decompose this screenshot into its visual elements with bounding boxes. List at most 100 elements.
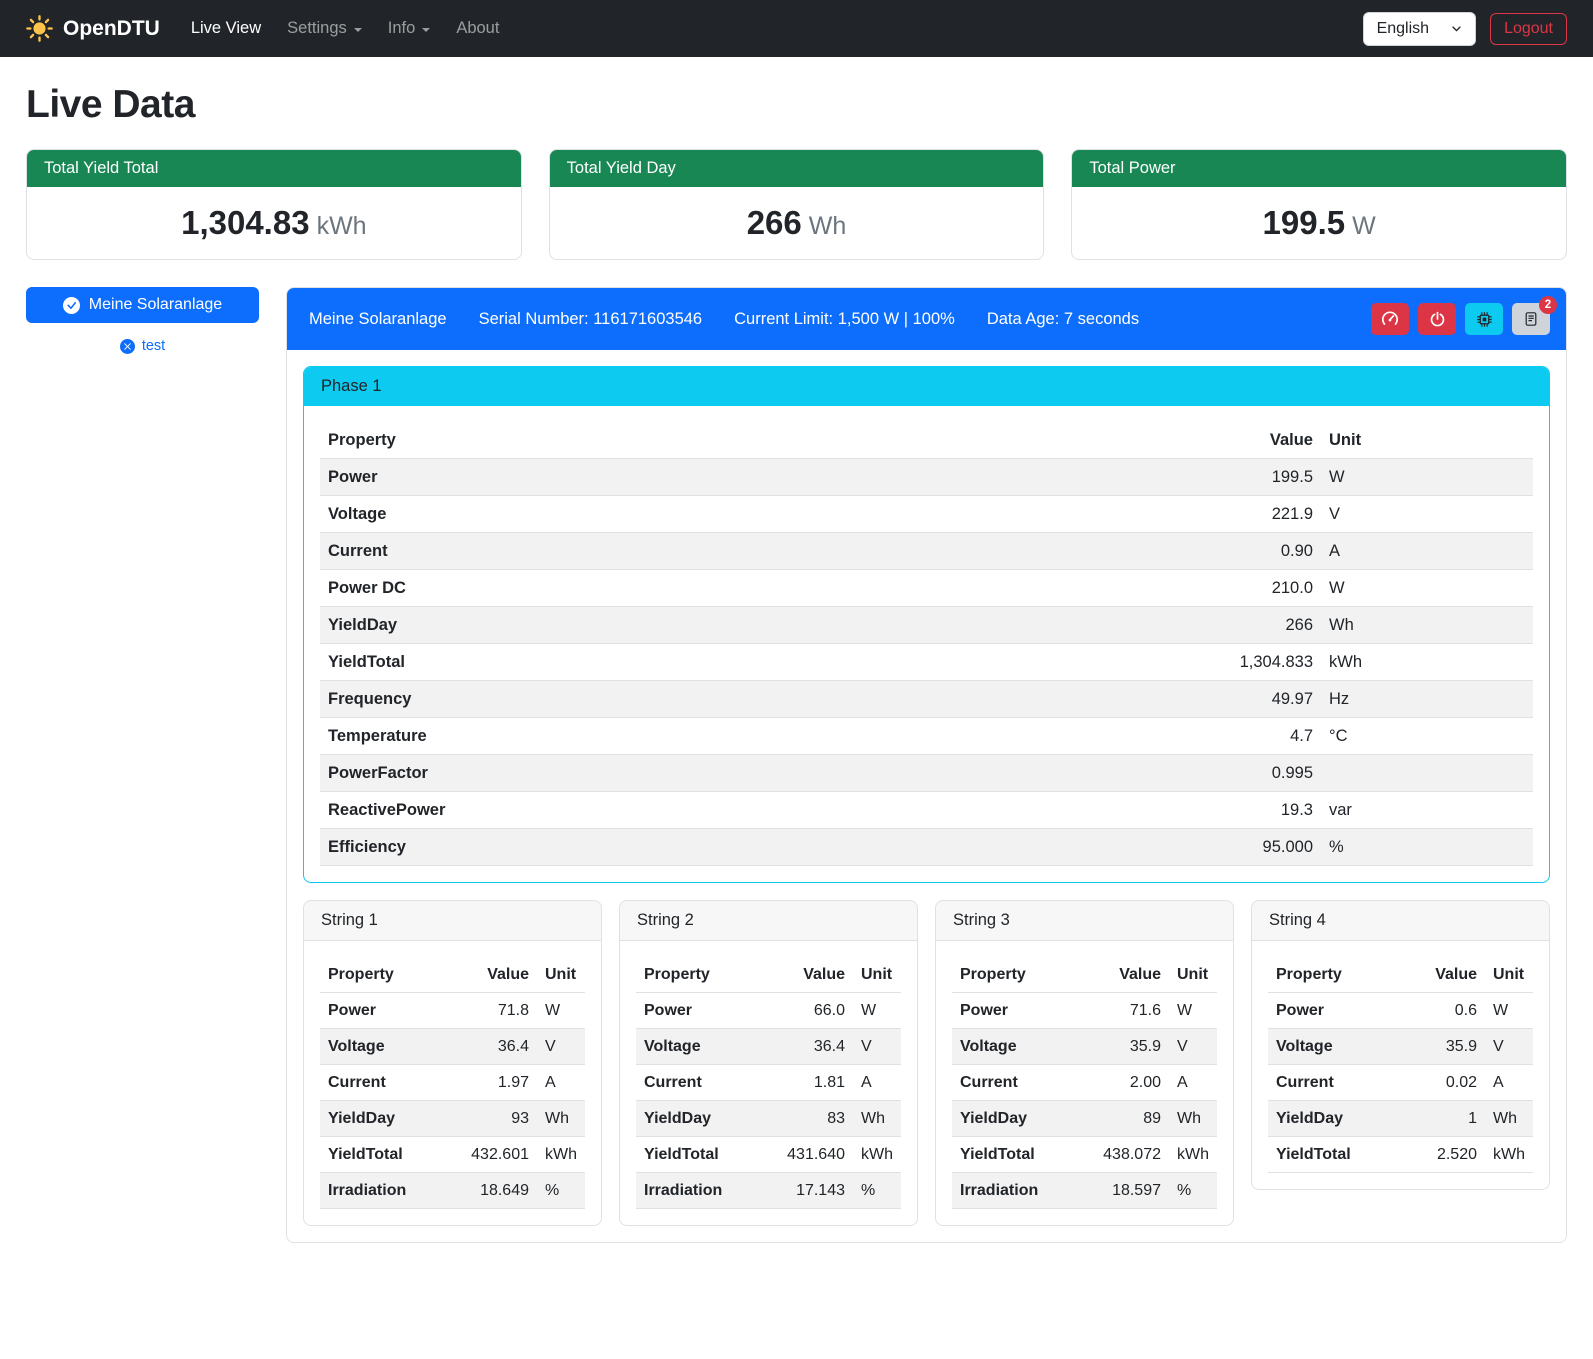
table-row: YieldTotal 2.520 kWh bbox=[1268, 1137, 1533, 1173]
chevron-down-icon bbox=[354, 28, 362, 32]
table-row: Power 66.0 W bbox=[636, 993, 901, 1029]
device-info-button[interactable] bbox=[1465, 303, 1503, 335]
table-row: YieldTotal 1,304.833 kWh bbox=[320, 644, 1533, 681]
property-value: 1.81 bbox=[779, 1065, 853, 1101]
table-row: Power DC 210.0 W bbox=[320, 570, 1533, 607]
phase-table: Property Value Unit Power 199.5 W bbox=[320, 422, 1533, 866]
stat-title: Total Yield Day bbox=[550, 150, 1044, 187]
property-name: Power bbox=[320, 993, 463, 1029]
limit-settings-button[interactable] bbox=[1371, 303, 1409, 335]
brand-text: OpenDTU bbox=[63, 17, 160, 41]
inverter-body: Phase 1 Property Value Unit bbox=[287, 350, 1566, 1242]
current-limit: Current Limit: 1,500 W | 100% bbox=[734, 310, 955, 329]
page-title: Live Data bbox=[26, 83, 1567, 127]
property-name: Power bbox=[636, 993, 779, 1029]
page-container: Live Data Total Yield Total 1,304.83kWh … bbox=[0, 57, 1593, 1269]
gauge-icon bbox=[1381, 310, 1399, 328]
strings-row: String 1 Property Value Unit bbox=[303, 900, 1550, 1226]
brand[interactable]: OpenDTU bbox=[26, 15, 160, 42]
property-unit: V bbox=[1169, 1029, 1217, 1065]
column-header-unit: Unit bbox=[1321, 422, 1533, 459]
table-row: YieldTotal 432.601 kWh bbox=[320, 1137, 585, 1173]
property-name: YieldDay bbox=[636, 1101, 779, 1137]
stat-body: 1,304.83kWh bbox=[27, 187, 521, 259]
stat-value: 266 bbox=[747, 204, 802, 241]
nav-item-settings[interactable]: Settings bbox=[274, 11, 375, 46]
test-link-label: test bbox=[142, 338, 165, 354]
column-header-unit: Unit bbox=[1485, 957, 1533, 993]
inverter-header: Meine Solaranlage Serial Number: 1161716… bbox=[287, 288, 1566, 350]
property-unit: Wh bbox=[1321, 607, 1533, 644]
column-header-unit: Unit bbox=[1169, 957, 1217, 993]
property-unit: kWh bbox=[1169, 1137, 1217, 1173]
property-unit: % bbox=[537, 1173, 585, 1209]
stat-card-total-power: Total Power 199.5W bbox=[1071, 149, 1567, 260]
property-name: YieldDay bbox=[320, 1101, 463, 1137]
table-row: Voltage 35.9 V bbox=[1268, 1029, 1533, 1065]
logout-button[interactable]: Logout bbox=[1490, 13, 1567, 45]
table-row: Power 0.6 W bbox=[1268, 993, 1533, 1029]
string-table-body: Power 66.0 W Voltage 36.4 V Current bbox=[636, 993, 901, 1209]
property-value: 35.9 bbox=[1413, 1029, 1485, 1065]
nav-label: Settings bbox=[287, 19, 347, 38]
property-value: 2.00 bbox=[1095, 1065, 1169, 1101]
property-unit bbox=[1321, 755, 1533, 792]
x-circle-icon bbox=[120, 339, 135, 354]
property-unit: A bbox=[1169, 1065, 1217, 1101]
property-name: Voltage bbox=[1268, 1029, 1413, 1065]
serial-number: Serial Number: 116171603546 bbox=[479, 310, 703, 329]
property-value: 266 bbox=[1191, 607, 1321, 644]
table-row: Power 199.5 W bbox=[320, 459, 1533, 496]
table-header-row: Property Value Unit bbox=[1268, 957, 1533, 993]
nav-item-info[interactable]: Info bbox=[375, 11, 444, 46]
data-age: Data Age: 7 seconds bbox=[987, 310, 1139, 329]
property-value: 438.072 bbox=[1095, 1137, 1169, 1173]
property-name: Power bbox=[1268, 993, 1413, 1029]
table-row: Current 1.97 A bbox=[320, 1065, 585, 1101]
string-card-2: String 2 Property Value Unit bbox=[619, 900, 918, 1226]
property-unit: kWh bbox=[1485, 1137, 1533, 1173]
table-header-row: Property Value Unit bbox=[636, 957, 901, 993]
property-name: YieldDay bbox=[952, 1101, 1095, 1137]
phase-table-body: Power 199.5 W Voltage 221.9 V Current 0. bbox=[320, 459, 1533, 866]
property-value: 66.0 bbox=[779, 993, 853, 1029]
property-value: 71.8 bbox=[463, 993, 537, 1029]
column-header-property: Property bbox=[1268, 957, 1413, 993]
table-row: PowerFactor 0.995 bbox=[320, 755, 1533, 792]
table-header-row: Property Value Unit bbox=[320, 957, 585, 993]
cpu-icon bbox=[1476, 311, 1493, 328]
inverter-select-button[interactable]: Meine Solaranlage bbox=[26, 287, 259, 323]
inverter-sidebar: Meine Solaranlage test bbox=[26, 287, 259, 354]
column-header-value: Value bbox=[1095, 957, 1169, 993]
string-body: Property Value Unit Power 66.0 W bbox=[620, 941, 917, 1225]
property-unit: V bbox=[1485, 1029, 1533, 1065]
property-value: 4.7 bbox=[1191, 718, 1321, 755]
power-button[interactable] bbox=[1418, 303, 1456, 335]
table-row: Irradiation 18.597 % bbox=[952, 1173, 1217, 1209]
event-log-button[interactable]: 2 bbox=[1512, 303, 1550, 335]
property-value: 35.9 bbox=[1095, 1029, 1169, 1065]
property-unit: W bbox=[1169, 993, 1217, 1029]
string-body: Property Value Unit Power 71.6 W bbox=[936, 941, 1233, 1225]
nav-links: Live View Settings Info About bbox=[178, 11, 1363, 46]
property-name: YieldDay bbox=[320, 607, 1191, 644]
property-unit: °C bbox=[1321, 718, 1533, 755]
property-unit: W bbox=[1321, 570, 1533, 607]
nav-item-about[interactable]: About bbox=[443, 11, 512, 46]
column-header-value: Value bbox=[779, 957, 853, 993]
table-row: Current 0.90 A bbox=[320, 533, 1533, 570]
table-row: Power 71.6 W bbox=[952, 993, 1217, 1029]
property-value: 71.6 bbox=[1095, 993, 1169, 1029]
test-inverter-link[interactable]: test bbox=[26, 338, 259, 354]
property-value: 1.97 bbox=[463, 1065, 537, 1101]
phase-card: Phase 1 Property Value Unit bbox=[303, 366, 1550, 883]
string-table-body: Power 0.6 W Voltage 35.9 V Current bbox=[1268, 993, 1533, 1173]
table-row: YieldTotal 438.072 kWh bbox=[952, 1137, 1217, 1173]
language-select[interactable]: English bbox=[1363, 12, 1476, 46]
table-row: Current 1.81 A bbox=[636, 1065, 901, 1101]
property-unit: W bbox=[853, 993, 901, 1029]
property-unit: Hz bbox=[1321, 681, 1533, 718]
event-count-badge: 2 bbox=[1539, 296, 1557, 314]
chevron-down-icon bbox=[1451, 23, 1462, 34]
nav-item-live-view[interactable]: Live View bbox=[178, 11, 274, 46]
